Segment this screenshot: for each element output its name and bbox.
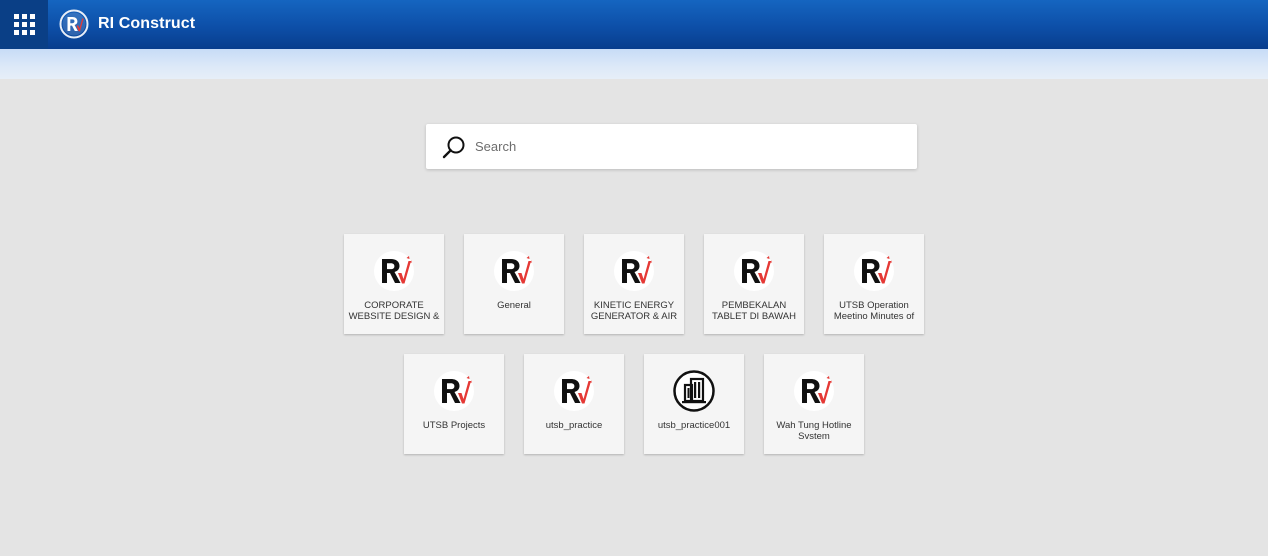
- grid-icon: [13, 14, 35, 35]
- project-label: Wah Tung Hotline Svstem: [776, 421, 852, 442]
- project-label: utsb_practice001: [657, 421, 731, 431]
- ri-logo-icon: [613, 250, 655, 292]
- sub-header-band: [0, 49, 1268, 79]
- search-box[interactable]: [426, 124, 917, 169]
- ri-logo-icon: [433, 370, 475, 412]
- project-tile[interactable]: utsb_practice: [524, 354, 624, 454]
- building-icon: [673, 370, 715, 412]
- ri-logo-icon: [553, 370, 595, 412]
- project-tile[interactable]: Wah Tung Hotline Svstem: [764, 354, 864, 454]
- projects-row-1: CORPORATE WEBSITE DESIGN & General KINET…: [0, 234, 1268, 334]
- brand[interactable]: RI Construct: [59, 9, 195, 39]
- ri-logo-icon: [793, 370, 835, 412]
- ri-logo-icon: [853, 250, 895, 292]
- project-label: CORPORATE WEBSITE DESIGN &: [348, 301, 440, 322]
- search-icon: [442, 136, 465, 158]
- project-label: utsb_practice: [545, 421, 603, 431]
- project-label: UTSB Operation Meetino Minutes of: [833, 301, 915, 322]
- ri-logo-icon: [373, 250, 415, 292]
- project-label: UTSB Projects: [422, 421, 486, 431]
- ri-logo-icon: [59, 9, 89, 39]
- app-launcher-button[interactable]: [0, 0, 48, 49]
- project-tile[interactable]: CORPORATE WEBSITE DESIGN &: [344, 234, 444, 334]
- project-tile[interactable]: KINETIC ENERGY GENERATOR & AIR: [584, 234, 684, 334]
- project-tile[interactable]: UTSB Operation Meetino Minutes of: [824, 234, 924, 334]
- project-label: KINETIC ENERGY GENERATOR & AIR: [590, 301, 678, 322]
- ri-logo-icon: [733, 250, 775, 292]
- top-bar: RI Construct: [0, 0, 1268, 49]
- project-tile[interactable]: UTSB Projects: [404, 354, 504, 454]
- app-title: RI Construct: [98, 15, 196, 32]
- project-tile[interactable]: PEMBEKALAN TABLET DI BAWAH: [704, 234, 804, 334]
- project-tile[interactable]: General: [464, 234, 564, 334]
- project-tile[interactable]: utsb_practice001: [644, 354, 744, 454]
- search-input[interactable]: [475, 131, 895, 162]
- project-label: General: [497, 301, 531, 311]
- ri-logo-icon: [493, 250, 535, 292]
- projects-row-2: UTSB Projects utsb_practice utsb_practic…: [0, 354, 1268, 454]
- project-label: PEMBEKALAN TABLET DI BAWAH: [712, 301, 796, 322]
